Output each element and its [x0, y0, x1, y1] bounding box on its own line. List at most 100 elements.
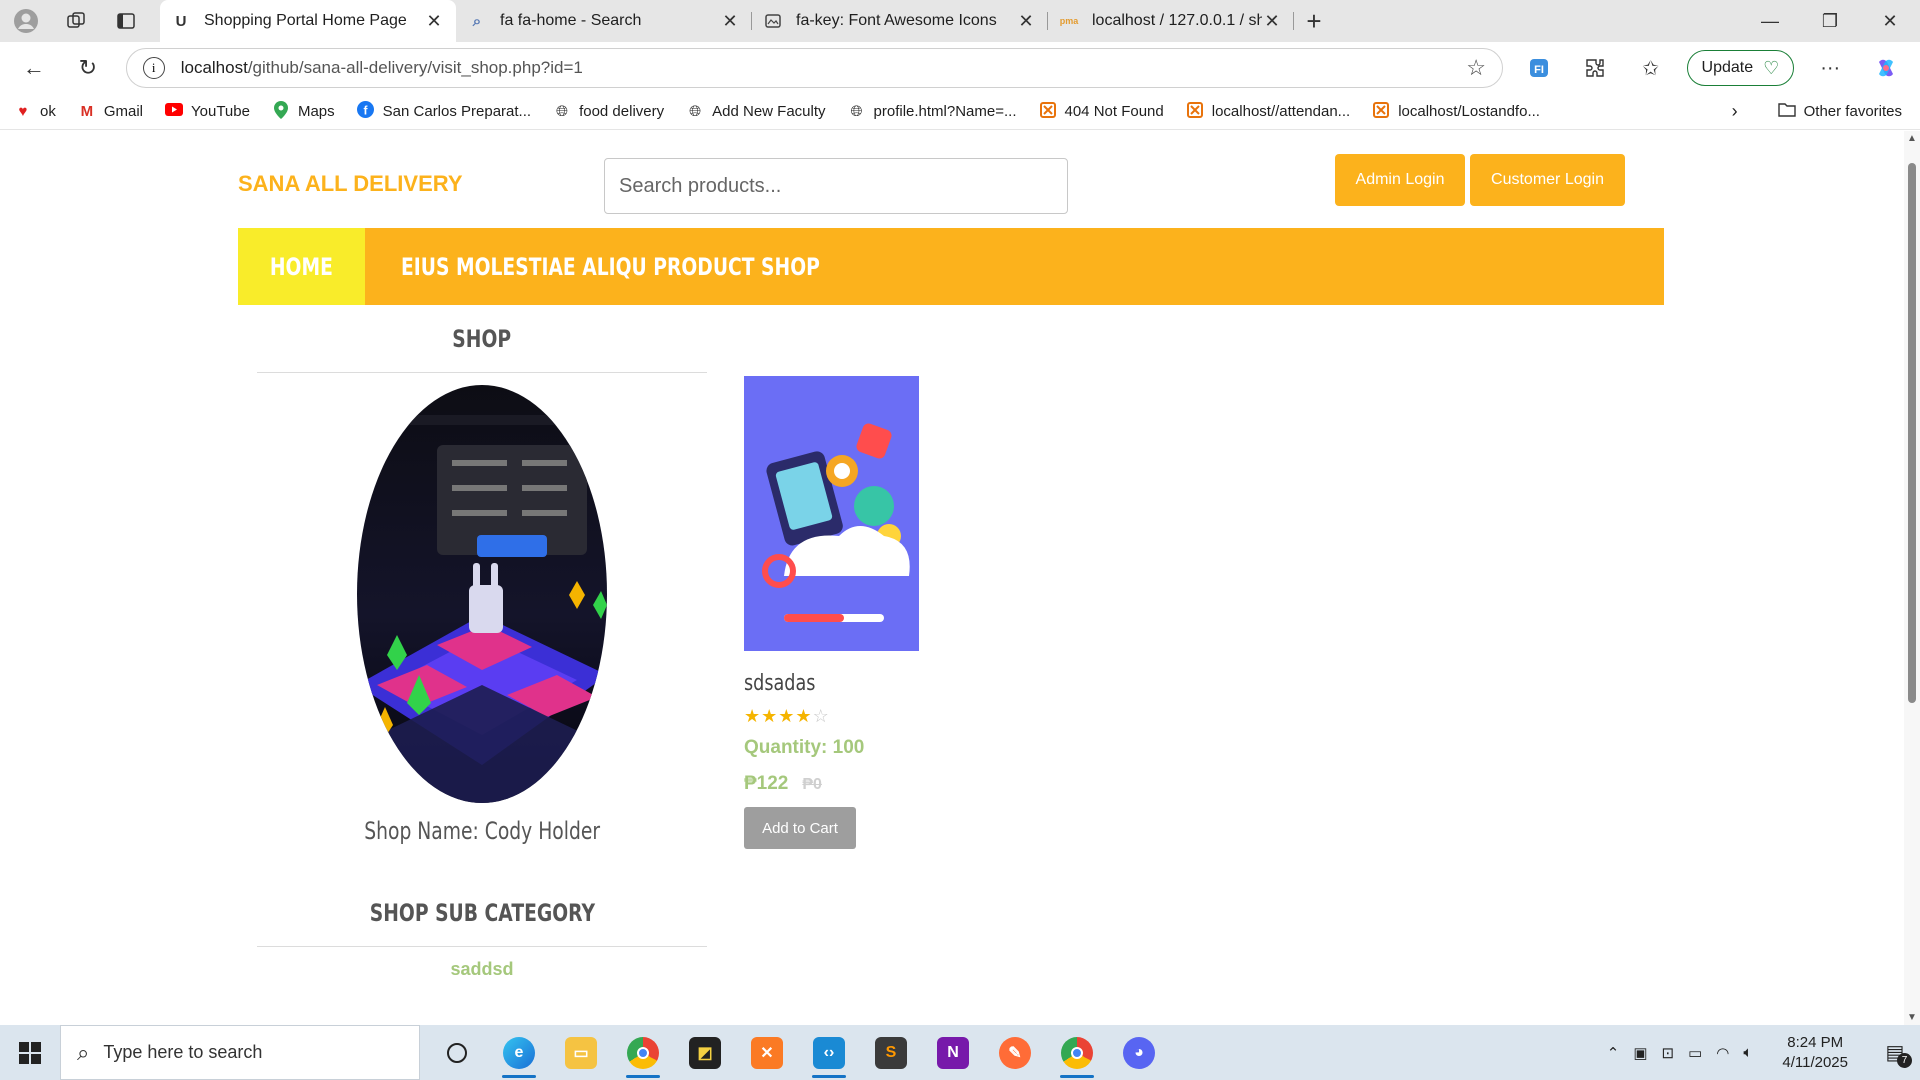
task-view-icon[interactable] — [426, 1025, 488, 1080]
product-image[interactable] — [744, 376, 919, 651]
onenote-icon[interactable]: N — [922, 1025, 984, 1080]
bookmark-ok[interactable]: ♥ ok — [14, 103, 56, 120]
price-row: ₱122 ₱0 — [744, 773, 934, 795]
restore-icon[interactable]: ❐ — [1800, 0, 1860, 42]
subcategory-heading-text: SHOP SUB CATEGORY — [369, 899, 595, 927]
postman-icon[interactable]: ✎ — [984, 1025, 1046, 1080]
vscode-icon[interactable]: ‹› — [798, 1025, 860, 1080]
taskbar-search[interactable]: ⌕ Type here to search — [60, 1025, 420, 1080]
other-favorites-label: Other favorites — [1803, 103, 1902, 120]
window-controls: — ❐ ✕ — [1740, 0, 1920, 42]
workspaces-icon[interactable] — [60, 5, 92, 37]
extensions-icon[interactable] — [1575, 48, 1615, 88]
clock-time: 8:24 PM — [1787, 1033, 1844, 1051]
windows-taskbar: ⌕ Type here to search e ▭ ◩ ✕ ‹› S N ✎ ◕… — [0, 1025, 1920, 1080]
close-tab-icon[interactable]: ✕ — [720, 11, 740, 32]
profile-icon[interactable] — [10, 5, 42, 37]
battery-icon[interactable]: ▭ — [1688, 1044, 1702, 1062]
wifi-icon[interactable]: ◠ — [1716, 1044, 1729, 1062]
subcategory-link[interactable]: saddsd — [257, 959, 707, 980]
admin-login-button[interactable]: Admin Login — [1335, 154, 1465, 206]
close-window-icon[interactable]: ✕ — [1860, 0, 1920, 42]
bookmark-label: ok — [40, 103, 56, 120]
scroll-up-icon[interactable]: ▲ — [1904, 133, 1920, 144]
bookmark-404[interactable]: 404 Not Found — [1039, 101, 1164, 122]
bookmark-profile[interactable]: 🌐︎ profile.html?Name=... — [848, 103, 1017, 120]
url-path: /github/sana-all-delivery/visit_shop.php… — [247, 58, 583, 77]
scrollbar-thumb[interactable] — [1908, 163, 1916, 703]
product-name[interactable]: sdsadas — [744, 671, 896, 696]
xampp-icon[interactable]: ✕ — [736, 1025, 798, 1080]
taskbar-apps: e ▭ ◩ ✕ ‹› S N ✎ ◕ — [426, 1025, 1170, 1080]
tab-fa-key[interactable]: fa-key: Font Awesome Icons ✕ — [752, 0, 1048, 42]
address-bar[interactable]: i localhost /github/sana-all-delivery/vi… — [125, 48, 1503, 88]
sticky-notes-icon[interactable]: ◩ — [674, 1025, 736, 1080]
scroll-down-icon[interactable]: ▼ — [1904, 1012, 1920, 1023]
close-tab-icon[interactable]: ✕ — [424, 11, 444, 32]
reload-icon[interactable]: ↻ — [68, 48, 108, 88]
volume-icon[interactable]: 🔈︎ — [1743, 1044, 1752, 1061]
other-favorites[interactable]: Other favorites — [1777, 102, 1902, 121]
tab-phpmyadmin[interactable]: pma localhost / 127.0.0.1 / shop / rider… — [1048, 0, 1294, 42]
discord-icon[interactable]: ◕ — [1108, 1025, 1170, 1080]
notification-icon[interactable]: ▤ 7 — [1878, 1036, 1912, 1070]
clock[interactable]: 8:24 PM 4/11/2025 — [1782, 1033, 1848, 1073]
globe-icon: 🌐︎ — [556, 103, 569, 120]
chevron-right-icon[interactable]: › — [1732, 101, 1738, 122]
edge-icon[interactable]: e — [488, 1025, 550, 1080]
close-tab-icon[interactable]: ✕ — [1262, 11, 1282, 32]
bookmarks-bar: ♥ ok M Gmail YouTube Maps f San Carlos Prep… — [0, 94, 1920, 130]
minimize-icon[interactable]: — — [1740, 0, 1800, 42]
bookmark-food-delivery[interactable]: 🌐︎ food delivery — [553, 103, 664, 120]
meet-now-icon[interactable]: ▣ — [1633, 1044, 1647, 1062]
product-search-input[interactable] — [604, 158, 1068, 214]
globe-icon: 🌐︎ — [850, 103, 863, 120]
add-to-cart-button[interactable]: Add to Cart — [744, 807, 856, 849]
clock-date: 4/11/2025 — [1782, 1053, 1848, 1071]
sublime-text-icon[interactable]: S — [860, 1025, 922, 1080]
chrome-icon[interactable] — [612, 1025, 674, 1080]
tab-title: fa fa-home - Search — [500, 12, 642, 29]
product-rating: ★★★★☆ — [744, 706, 934, 727]
update-button[interactable]: Update ♡ — [1686, 50, 1795, 86]
file-explorer-icon[interactable]: ▭ — [550, 1025, 612, 1080]
bookmark-san-carlos[interactable]: f San Carlos Preparat... — [357, 101, 531, 122]
tab-fa-home-search[interactable]: ⌕ fa fa-home - Search ✕ — [456, 0, 752, 42]
chrome-profile-icon[interactable] — [1046, 1025, 1108, 1080]
display-icon[interactable]: ⊡ — [1662, 1044, 1675, 1062]
bookmark-maps[interactable]: Maps — [272, 100, 335, 123]
new-tab-button[interactable]: + — [1294, 0, 1334, 42]
star-filled-icon: ★ — [795, 706, 813, 726]
bookmark-lostandfound[interactable]: localhost/Lostandfo... — [1372, 101, 1540, 122]
heart-icon: ♥ — [18, 103, 28, 120]
bookmark-add-new-faculty[interactable]: 🌐︎ Add New Faculty — [686, 103, 825, 120]
show-hidden-icons-icon[interactable]: ⌃ — [1607, 1044, 1620, 1062]
tab-actions-icon[interactable] — [110, 5, 142, 37]
shop-heading: SHOP — [257, 305, 707, 373]
nav-shop-title[interactable]: EIUS MOLESTIAE ALIQU PRODUCT SHOP — [401, 253, 820, 281]
tab-shopping-portal[interactable]: U Shopping Portal Home Page ✕ — [160, 0, 456, 42]
bookmark-gmail[interactable]: M Gmail — [78, 103, 143, 120]
bookmark-label: localhost//attendan... — [1211, 103, 1351, 120]
brand-logo[interactable]: SANA ALL DELIVERY — [238, 171, 463, 197]
back-icon[interactable]: ← — [14, 48, 54, 88]
bookmark-label: food delivery — [579, 103, 665, 120]
customer-login-button[interactable]: Customer Login — [1470, 154, 1625, 206]
more-menu-icon[interactable]: ··· — [1810, 48, 1850, 88]
nav-home-item[interactable]: HOME — [238, 228, 365, 305]
bookmark-label: Add New Faculty — [712, 103, 826, 120]
bookmark-attendance[interactable]: localhost//attendan... — [1186, 101, 1351, 122]
bookmark-youtube[interactable]: YouTube — [165, 103, 250, 120]
site-info-icon[interactable]: i — [142, 57, 165, 79]
windows-start-icon[interactable] — [0, 1025, 60, 1080]
search-icon: ⌕ — [77, 1039, 90, 1065]
shop-name-text: Shop Name: Cody Holder — [364, 817, 600, 845]
page-scrollbar[interactable]: ▲ ▼ — [1904, 131, 1920, 1025]
close-tab-icon[interactable]: ✕ — [1016, 11, 1036, 32]
copilot-icon[interactable] — [1866, 48, 1906, 88]
favorite-star-icon[interactable]: ☆ — [1466, 55, 1486, 81]
xampp-icon — [1039, 101, 1057, 122]
product-old-price: ₱0 — [802, 776, 822, 793]
favorites-icon[interactable]: ✩ — [1631, 48, 1671, 88]
font-extension-icon[interactable]: FI — [1519, 48, 1559, 88]
